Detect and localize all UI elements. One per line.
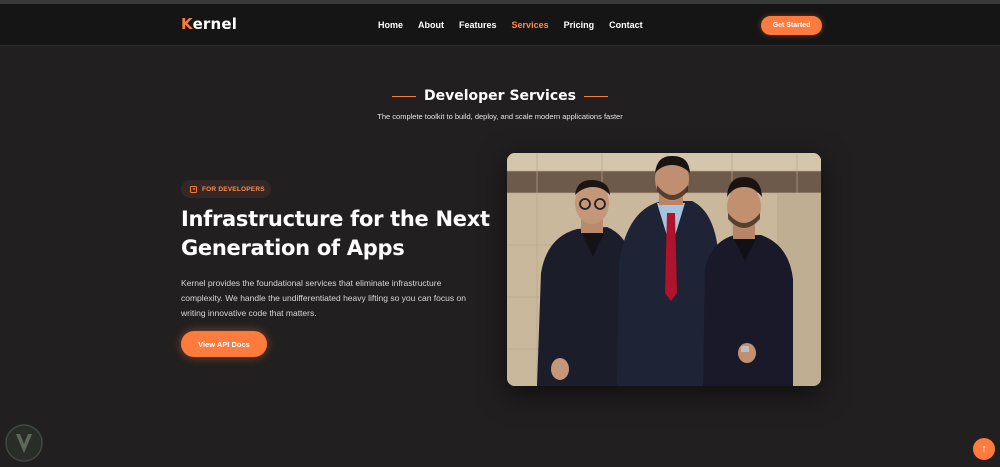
title-line-right [583, 95, 608, 97]
section-header: Developer Services [0, 88, 1000, 104]
section-subtitle: The complete toolkit to build, deploy, a… [377, 112, 623, 121]
nav-links: Home About Features Services Pricing Con… [378, 19, 658, 31]
section-title: Developer Services [424, 88, 576, 104]
brand-logo-text: ernel [192, 15, 238, 33]
title-line-left [392, 95, 416, 97]
nav-link-about[interactable]: About [418, 19, 444, 31]
hero-title: Infrastructure for the Next Generation o… [181, 205, 501, 263]
nav-link-pricing[interactable]: Pricing [564, 19, 595, 31]
brand-logo[interactable]: Kernel [181, 15, 237, 33]
arrow-up-icon: ↑ [981, 443, 987, 455]
view-api-docs-button[interactable]: View API Docs [181, 331, 267, 357]
scroll-to-top-button[interactable]: ↑ [973, 438, 995, 460]
code-icon [190, 185, 197, 193]
navbar: Kernel Home About Features Services Pric… [0, 4, 1000, 46]
page: Kernel Home About Features Services Pric… [0, 0, 1000, 467]
shield-logo-icon [4, 423, 44, 463]
nav-link-home[interactable]: Home [378, 19, 403, 31]
brand-logo-accent: K [181, 15, 193, 33]
badge-label: FOR DEVELOPERS [202, 185, 265, 193]
get-started-button[interactable]: Get Started [761, 16, 822, 35]
for-developers-badge: FOR DEVELOPERS [181, 180, 271, 198]
hero-title-line2: Generation of Apps [181, 236, 405, 260]
team-photo [507, 153, 821, 386]
nav-link-services[interactable]: Services [512, 19, 549, 31]
hero-title-line1: Infrastructure for the Next [181, 207, 490, 231]
hero-description: Kernel provides the foundational service… [181, 278, 466, 318]
nav-link-contact[interactable]: Contact [609, 19, 643, 31]
nav-link-features[interactable]: Features [459, 19, 497, 31]
